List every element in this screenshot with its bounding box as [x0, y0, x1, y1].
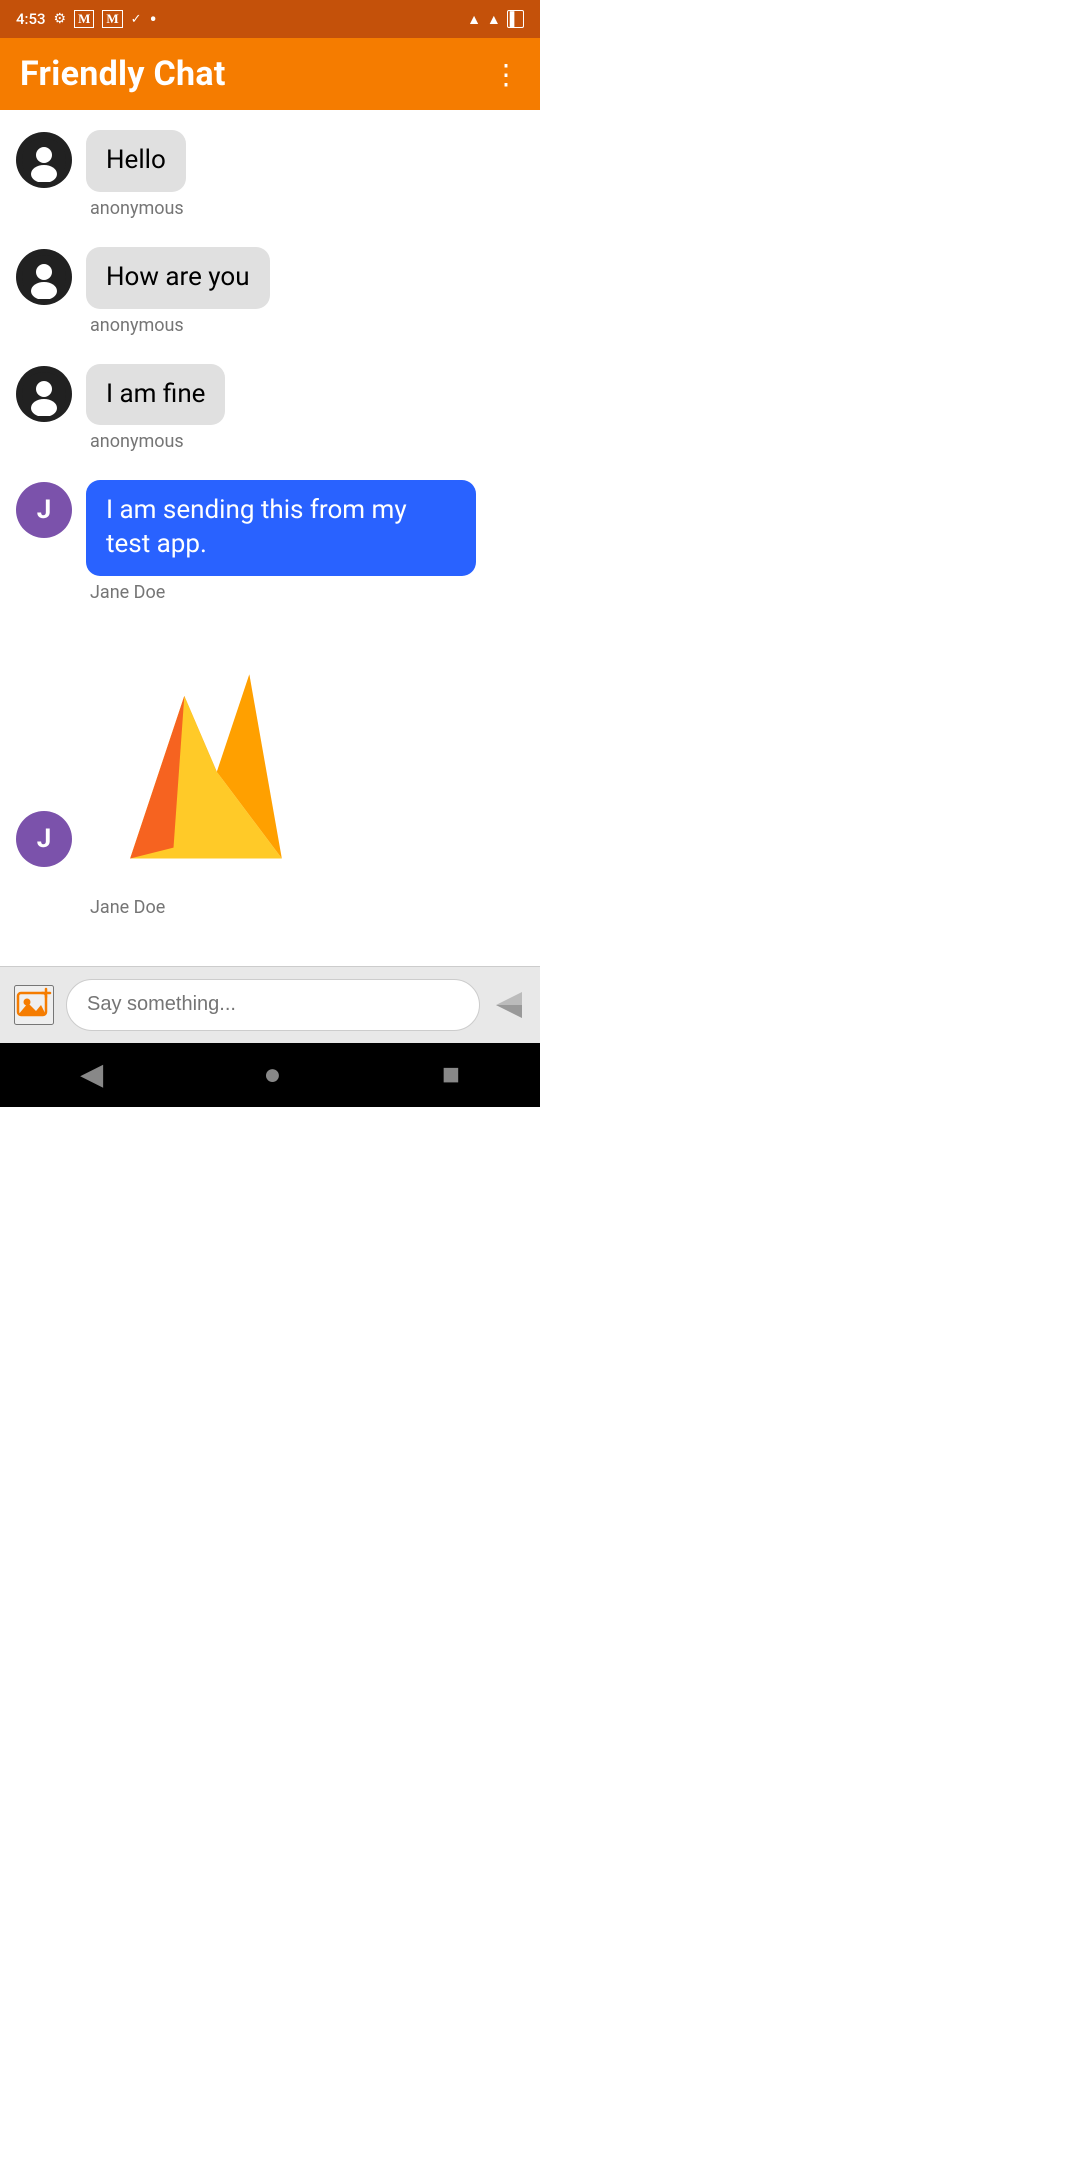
- status-right: ▲ ▲ ▌: [467, 10, 524, 28]
- check-icon: ✓: [131, 12, 142, 27]
- message-sender: anonymous: [90, 198, 184, 219]
- message-body: Jane Doe: [86, 631, 326, 918]
- status-time: 4:53: [16, 10, 46, 28]
- dot-icon: •: [150, 9, 157, 29]
- app-title: Friendly Chat: [20, 54, 226, 94]
- message-row: How are you anonymous: [16, 247, 524, 336]
- app-bar: Friendly Chat ⋮: [0, 38, 540, 110]
- avatar: [16, 366, 72, 422]
- input-bar: [0, 966, 540, 1043]
- avatar: [16, 249, 72, 305]
- message-row: I am fine anonymous: [16, 364, 524, 453]
- attach-image-button[interactable]: [14, 985, 54, 1025]
- home-button[interactable]: ●: [263, 1057, 281, 1092]
- message-sender: anonymous: [90, 315, 184, 336]
- send-button[interactable]: [492, 988, 526, 1022]
- wifi-icon: ▲: [467, 11, 481, 28]
- message-body: I am sending this from my test app. Jane…: [86, 480, 476, 603]
- status-bar: 4:53 ⚙ M M ✓ • ▲ ▲ ▌: [0, 0, 540, 38]
- status-left: 4:53 ⚙ M M ✓ •: [16, 9, 157, 29]
- battery-icon: ▌: [507, 10, 524, 28]
- message-row: J Jane Doe: [16, 631, 524, 918]
- message-bubble: Hello: [86, 130, 186, 192]
- message-sender: Jane Doe: [90, 897, 165, 918]
- message-bubble: How are you: [86, 247, 270, 309]
- settings-icon: ⚙: [54, 11, 67, 27]
- gmail2-icon: M: [102, 10, 122, 28]
- recents-button[interactable]: ■: [442, 1057, 460, 1092]
- message-bubble: I am fine: [86, 364, 225, 426]
- avatar: J: [16, 482, 72, 538]
- more-menu-button[interactable]: ⋮: [492, 58, 520, 91]
- back-button[interactable]: ◀: [80, 1057, 103, 1092]
- message-row: J I am sending this from my test app. Ja…: [16, 480, 524, 603]
- message-bubble: I am sending this from my test app.: [86, 480, 476, 576]
- avatar: J: [16, 811, 72, 867]
- avatar: [16, 132, 72, 188]
- message-sender: Jane Doe: [90, 582, 165, 603]
- gmail-icon: M: [74, 10, 94, 28]
- signal-icon: ▲: [487, 11, 501, 28]
- message-body: How are you anonymous: [86, 247, 270, 336]
- message-row: Hello anonymous: [16, 130, 524, 219]
- message-input[interactable]: [66, 979, 480, 1031]
- nav-bar: ◀ ● ■: [0, 1043, 540, 1107]
- message-body: I am fine anonymous: [86, 364, 225, 453]
- message-body: Hello anonymous: [86, 130, 186, 219]
- message-sender: anonymous: [90, 431, 184, 452]
- chat-content: Hello anonymous How are you anonymous: [0, 110, 540, 966]
- firebase-logo: [86, 631, 326, 891]
